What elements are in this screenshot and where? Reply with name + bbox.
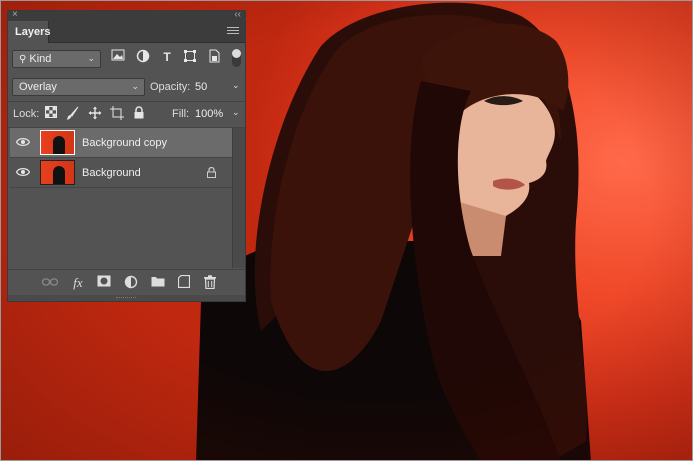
tab-layers[interactable]: Layers [8,21,50,43]
panel-menu-icon[interactable] [227,27,239,36]
opacity-label: Opacity: [150,81,191,93]
lock-position-icon[interactable] [87,106,103,122]
layers-panel: × ‹‹ Layers ⚲ Kind ⌄ T Overlay ⌄ Opacity… [7,9,246,302]
image-filter-icon[interactable] [110,49,126,65]
layer-thumbnail[interactable] [40,130,75,155]
layer-lock-icon[interactable] [207,167,216,178]
opacity-value[interactable]: 50 [195,81,207,93]
fx-icon[interactable]: fx [70,275,86,291]
layers-scrollbar[interactable] [232,128,245,268]
type-filter-icon[interactable]: T [159,49,175,65]
new-group-icon[interactable] [150,275,166,291]
layer-name[interactable]: Background [82,167,141,179]
visibility-eye-icon[interactable] [16,137,30,147]
adjustment-filter-icon[interactable] [135,49,151,65]
blend-mode-select[interactable]: Overlay ⌄ [12,78,145,96]
shape-filter-icon[interactable] [182,49,198,65]
smart-object-filter-icon[interactable] [206,49,222,65]
layers-bottom-toolbar: fx [8,269,245,295]
collapse-panel-icon[interactable]: ‹‹ [234,9,241,21]
lock-all-icon[interactable] [131,106,147,122]
layer-name[interactable]: Background copy [82,137,167,149]
panel-tab-row: Layers [8,21,245,43]
lock-row: Lock: Fill: 100% ⌄ [8,106,245,124]
new-layer-icon[interactable] [176,274,192,291]
add-mask-icon[interactable] [96,275,112,291]
fill-chevron-icon[interactable]: ⌄ [232,107,240,118]
panel-top-strip: × ‹‹ [8,9,245,21]
new-adjustment-icon[interactable] [123,275,139,291]
lock-image-pixels-icon[interactable] [65,106,81,122]
trash-icon[interactable] [202,275,218,291]
filter-row: ⚲ Kind ⌄ T [8,49,245,69]
chevron-down-icon: ⌄ [87,53,95,63]
blend-mode-value: Overlay [19,81,57,93]
filter-kind-label: Kind [29,53,52,65]
filter-kind-select[interactable]: ⚲ Kind ⌄ [12,50,101,68]
visibility-eye-icon[interactable] [16,167,30,177]
link-layers-icon[interactable] [41,275,59,291]
layer-thumbnail[interactable] [40,160,75,185]
divider [8,101,245,102]
opacity-chevron-icon[interactable]: ⌄ [232,80,240,91]
layer-row-background-copy[interactable]: Background copy [10,128,232,158]
lock-transparent-pixels-icon[interactable] [43,106,59,122]
panel-resize-grip[interactable] [8,295,245,301]
search-icon: ⚲ [19,54,27,65]
layers-list: Background copy Background [10,128,232,268]
layer-row-background[interactable]: Background [10,158,232,188]
fill-value[interactable]: 100% [195,108,223,120]
blend-row: Overlay ⌄ Opacity: 50 ⌄ [8,77,245,97]
lock-artboard-icon[interactable] [109,106,125,122]
filter-toggle-switch[interactable] [232,49,241,67]
fill-label: Fill: [172,108,190,120]
chevron-down-icon: ⌄ [131,81,139,91]
close-panel-icon[interactable]: × [12,9,18,21]
lock-label: Lock: [13,108,40,120]
